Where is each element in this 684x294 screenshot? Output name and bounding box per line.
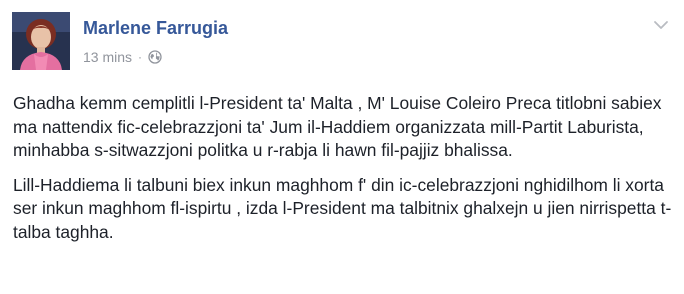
post-body: Ghadha kemm cemplitli l-President ta' Ma… — [13, 92, 673, 255]
post-paragraph-2: Lill-Haddiema li talbuni biex inkun magh… — [13, 174, 672, 242]
author-name-link[interactable]: Marlene Farrugia — [83, 18, 228, 39]
chevron-down-icon[interactable] — [652, 18, 670, 32]
post-timestamp[interactable]: 13 mins — [83, 49, 132, 65]
facebook-post: Marlene Farrugia 13 mins · Ghadha kemm c… — [0, 0, 684, 294]
profile-photo — [12, 12, 70, 70]
globe-icon[interactable] — [148, 50, 162, 64]
meta-separator: · — [138, 50, 143, 64]
post-paragraph-1: Ghadha kemm cemplitli l-President ta' Ma… — [13, 93, 662, 160]
author-avatar[interactable] — [12, 12, 70, 70]
post-meta: 13 mins · — [83, 49, 162, 65]
